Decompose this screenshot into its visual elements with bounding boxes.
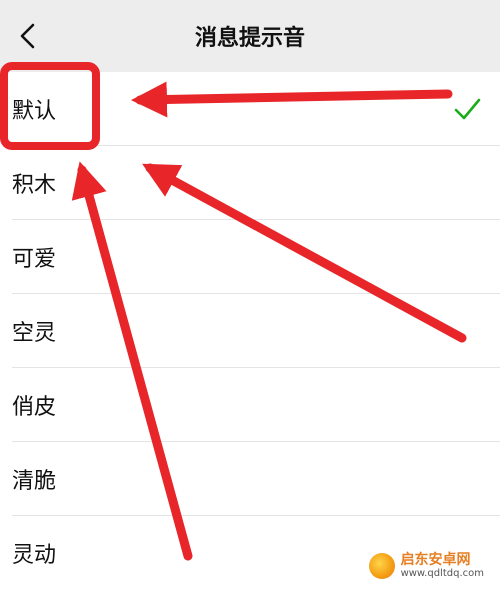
list-item-label: 默认	[12, 99, 57, 124]
watermark-logo-icon	[368, 552, 395, 579]
page-title: 消息提示音	[194, 26, 305, 51]
watermark: 启东安卓网 www.qdltdq.com	[362, 549, 490, 582]
watermark-brand: 启东安卓网	[400, 551, 471, 568]
list-item-label: 可爱	[12, 247, 57, 272]
list-item-crisp[interactable]: 清脆	[0, 442, 500, 516]
top-nav-bar: 消息提示音	[0, 0, 500, 72]
list-item-default[interactable]: 默认	[0, 72, 500, 146]
list-item-playful[interactable]: 俏皮	[0, 368, 500, 442]
list-item-label: 空灵	[12, 321, 57, 346]
checkmark-icon	[454, 98, 481, 120]
list-item-cute[interactable]: 可爱	[0, 220, 500, 294]
list-item-label: 积木	[12, 173, 57, 198]
list-item-label: 灵动	[12, 543, 57, 568]
watermark-url: www.qdltdq.com	[400, 568, 484, 579]
sound-list: 默认 积木 可爱 空灵 俏皮 清脆 灵动	[0, 72, 500, 590]
list-item-blocks[interactable]: 积木	[0, 146, 500, 220]
list-item-label: 俏皮	[12, 395, 57, 420]
list-item-label: 清脆	[12, 469, 57, 494]
list-item-ethereal[interactable]: 空灵	[0, 294, 500, 368]
